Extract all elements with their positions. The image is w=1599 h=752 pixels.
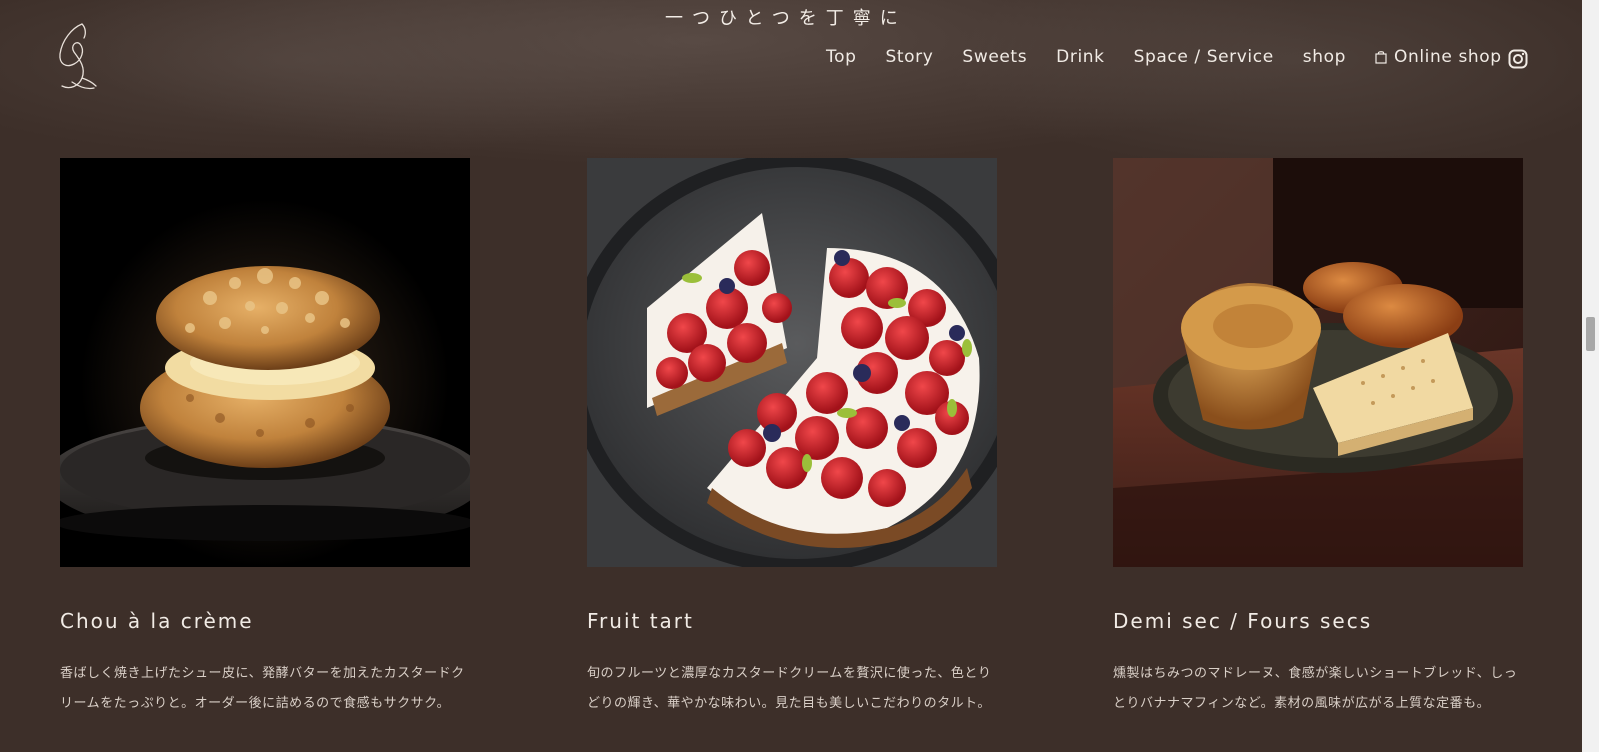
main-nav: Top Story Sweets Drink Space / Service s… <box>826 45 1531 69</box>
card-title: Fruit tart <box>587 609 694 633</box>
product-card-fruit-tart: Fruit tart 旬のフルーツと濃厚なカスタードクリームを贅沢に使った、色と… <box>587 158 997 719</box>
nav-space-service[interactable]: Space / Service <box>1134 47 1274 67</box>
nav-sweets[interactable]: Sweets <box>962 47 1027 67</box>
nav-top[interactable]: Top <box>826 47 857 67</box>
product-card-chou: Chou à la crème 香ばしく焼き上げたシュー皮に、発酵バターを加えた… <box>60 158 470 719</box>
card-description: 香ばしく焼き上げたシュー皮に、発酵バターを加えたカスタードクリームをたっぷりと。… <box>60 666 465 711</box>
tagline: 一つひとつを丁寧に <box>665 8 907 29</box>
cream-puff-photo <box>60 158 470 567</box>
product-card-demi-sec: Demi sec / Fours secs 燻製はちみつのマドレーヌ、食感が楽し… <box>1113 158 1523 719</box>
instagram-icon[interactable] <box>1508 49 1528 69</box>
baked-goods-photo <box>1113 158 1523 567</box>
swan-logo-icon[interactable] <box>52 20 102 94</box>
nav-online-shop[interactable]: Online shop <box>1375 47 1502 67</box>
strawberry-tart-photo <box>587 158 997 567</box>
scrollbar-thumb[interactable] <box>1586 317 1595 351</box>
nav-online-shop-label: Online shop <box>1394 47 1502 67</box>
card-title: Demi sec / Fours secs <box>1113 609 1373 633</box>
page-scrollbar[interactable] <box>1582 0 1599 752</box>
card-description: 旬のフルーツと濃厚なカスタードクリームを贅沢に使った、色とりどりの輝き、華やかな… <box>587 666 992 711</box>
nav-shop[interactable]: shop <box>1303 47 1346 67</box>
card-title: Chou à la crème <box>60 609 254 633</box>
card-description: 燻製はちみつのマドレーヌ、食感が楽しいショートブレッド、しっとりバナナマフィンな… <box>1113 666 1518 711</box>
page: 一つひとつを丁寧に Top Story Sweets Drink Space /… <box>0 0 1599 752</box>
nav-drink[interactable]: Drink <box>1056 47 1104 67</box>
shopping-bag-icon <box>1375 51 1387 64</box>
nav-story[interactable]: Story <box>886 47 934 67</box>
